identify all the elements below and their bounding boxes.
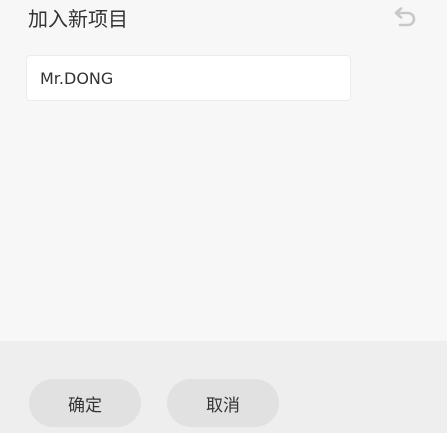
cancel-button[interactable]: 取消 [167, 379, 279, 427]
name-input-container [26, 55, 351, 101]
dialog-footer: 确定 取消 [0, 341, 447, 433]
name-input[interactable] [27, 56, 350, 100]
undo-arrow-icon [391, 6, 419, 28]
dialog-title: 加入新项目 [28, 7, 128, 31]
confirm-button[interactable]: 确定 [29, 379, 141, 427]
add-item-dialog: 加入新项目 确定 取消 [0, 0, 447, 433]
undo-button[interactable] [390, 5, 420, 29]
dialog-body: 加入新项目 [0, 0, 447, 341]
